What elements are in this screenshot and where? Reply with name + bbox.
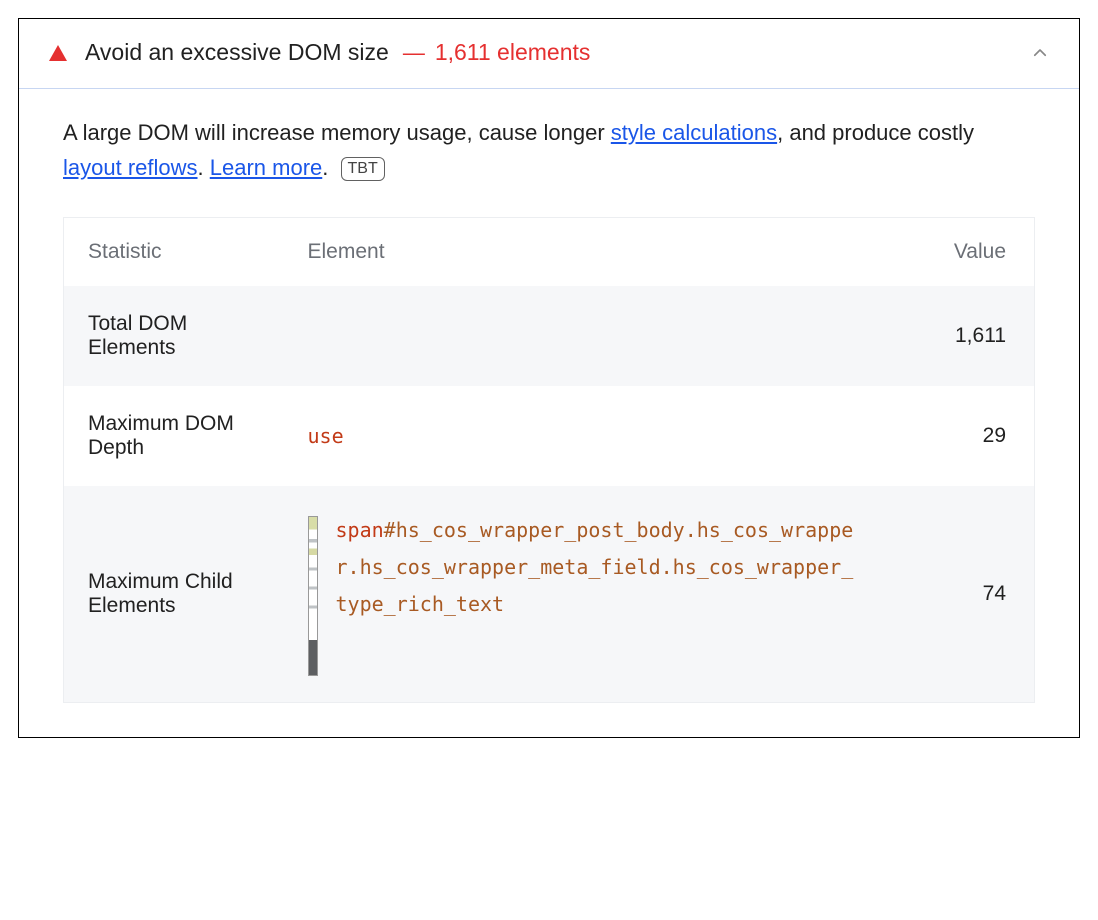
audit-body: A large DOM will increase memory usage, …	[19, 89, 1079, 737]
chevron-up-icon[interactable]	[1031, 44, 1049, 62]
element-thumbnail	[308, 516, 318, 676]
audit-separator: —	[403, 40, 425, 66]
stat-label: Maximum DOM Depth	[64, 386, 284, 486]
audit-description: A large DOM will increase memory usage, …	[63, 115, 1035, 185]
stats-table: Statistic Element Value Total DOM Elemen…	[63, 217, 1035, 703]
audit-card: Avoid an excessive DOM size — 1,611 elem…	[18, 18, 1080, 738]
stat-label: Maximum Child Elements	[64, 486, 284, 703]
audit-summary: 1,611 elements	[435, 39, 591, 66]
element-tag: span	[336, 518, 384, 542]
stat-value: 1,611	[925, 286, 1035, 386]
element-tag: use	[308, 424, 344, 448]
description-text: A large DOM will increase memory usage, …	[63, 120, 611, 145]
description-text: , and produce costly	[777, 120, 974, 145]
col-value: Value	[925, 218, 1035, 287]
stat-value: 74	[925, 486, 1035, 703]
link-layout-reflows[interactable]: layout reflows	[63, 155, 198, 180]
table-row: Total DOM Elements 1,611	[64, 286, 1035, 386]
description-text: .	[198, 155, 210, 180]
tbt-badge: TBT	[341, 157, 385, 181]
stat-value: 29	[925, 386, 1035, 486]
element-selector-rest: #hs_cos_wrapper_post_body.hs_cos_wrapper…	[336, 518, 854, 616]
table-row: Maximum DOM Depth use 29	[64, 386, 1035, 486]
element-cell	[284, 286, 925, 386]
table-header-row: Statistic Element Value	[64, 218, 1035, 287]
link-learn-more[interactable]: Learn more	[210, 155, 323, 180]
stat-label: Total DOM Elements	[64, 286, 284, 386]
table-row: Maximum Child Elements span#hs_cos_wrapp…	[64, 486, 1035, 703]
col-element: Element	[284, 218, 925, 287]
element-cell: span#hs_cos_wrapper_post_body.hs_cos_wra…	[284, 486, 925, 703]
audit-header[interactable]: Avoid an excessive DOM size — 1,611 elem…	[19, 19, 1079, 89]
element-cell: use	[284, 386, 925, 486]
warning-triangle-icon	[49, 45, 67, 61]
col-statistic: Statistic	[64, 218, 284, 287]
link-style-calculations[interactable]: style calculations	[611, 120, 777, 145]
element-selector: span#hs_cos_wrapper_post_body.hs_cos_wra…	[336, 512, 856, 623]
audit-title: Avoid an excessive DOM size	[85, 39, 389, 66]
